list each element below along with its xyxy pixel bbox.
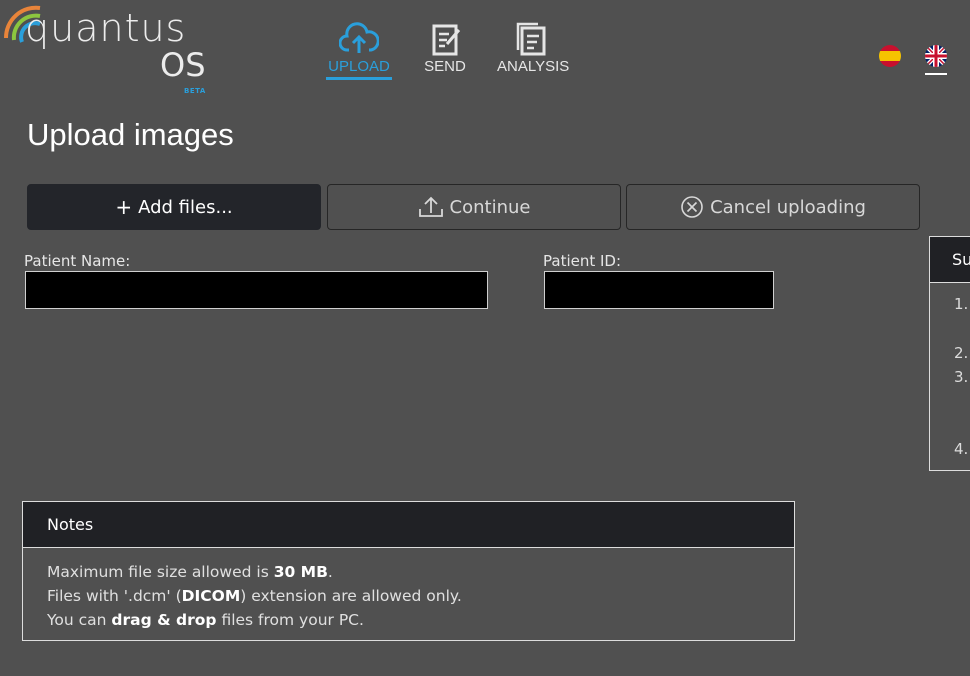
uk-flag-icon[interactable] <box>925 45 947 67</box>
add-files-button[interactable]: + Add files... <box>27 184 321 230</box>
summary-panel: Su 1. 2. 3. 4. <box>929 236 970 471</box>
notes-body: Maximum file size allowed is 30 MB. File… <box>23 548 794 644</box>
cancel-uploading-label: Cancel uploading <box>710 196 866 218</box>
continue-label: Continue <box>449 196 531 218</box>
note-dcm-only: Files with '.dcm' (DICOM) extension are … <box>47 587 462 605</box>
nav-label-send: SEND <box>424 58 466 75</box>
list-item: 3. <box>954 368 969 386</box>
active-tab-underline <box>326 77 392 80</box>
note-drag-drop: You can drag & drop files from your PC. <box>47 611 364 629</box>
nav-label-analysis: ANALYSIS <box>497 58 570 75</box>
logo-word: quantus <box>25 6 187 50</box>
patient-name-label: Patient Name: <box>24 252 131 270</box>
nav-tab-analysis[interactable]: ANALYSIS <box>497 22 570 75</box>
add-files-label: Add files... <box>138 196 233 218</box>
plus-icon: + <box>115 195 133 219</box>
continue-button[interactable]: Continue <box>327 184 621 230</box>
list-item: 4. <box>954 440 969 458</box>
summary-panel-title: Su <box>930 237 970 283</box>
analysis-document-icon <box>516 22 546 56</box>
cloud-upload-icon <box>339 22 379 53</box>
logo-os: OS <box>160 46 206 84</box>
selected-language-underline <box>925 73 947 75</box>
upload-arrow-icon <box>418 196 443 217</box>
send-document-icon <box>432 24 461 56</box>
patient-id-input[interactable] <box>544 271 774 309</box>
note-max-size: Maximum file size allowed is 30 MB. <box>47 563 333 581</box>
notes-title: Notes <box>23 502 794 548</box>
page-title: Upload images <box>27 117 234 152</box>
list-item: 1. <box>954 295 969 313</box>
cancel-circle-icon <box>681 196 703 218</box>
cancel-uploading-button[interactable]: Cancel uploading <box>626 184 920 230</box>
spain-flag-icon[interactable] <box>879 45 901 67</box>
notes-panel: Notes Maximum file size allowed is 30 MB… <box>22 501 795 641</box>
list-item: 2. <box>954 344 969 362</box>
nav-tab-upload[interactable]: UPLOAD <box>326 22 392 80</box>
nav-label-upload: UPLOAD <box>328 58 390 75</box>
beta-badge: BETA <box>184 87 206 95</box>
patient-id-label: Patient ID: <box>543 252 622 270</box>
nav-tab-send[interactable]: SEND <box>422 22 468 75</box>
patient-name-input[interactable] <box>25 271 488 309</box>
app-logo: quantus OS BETA <box>0 0 220 100</box>
